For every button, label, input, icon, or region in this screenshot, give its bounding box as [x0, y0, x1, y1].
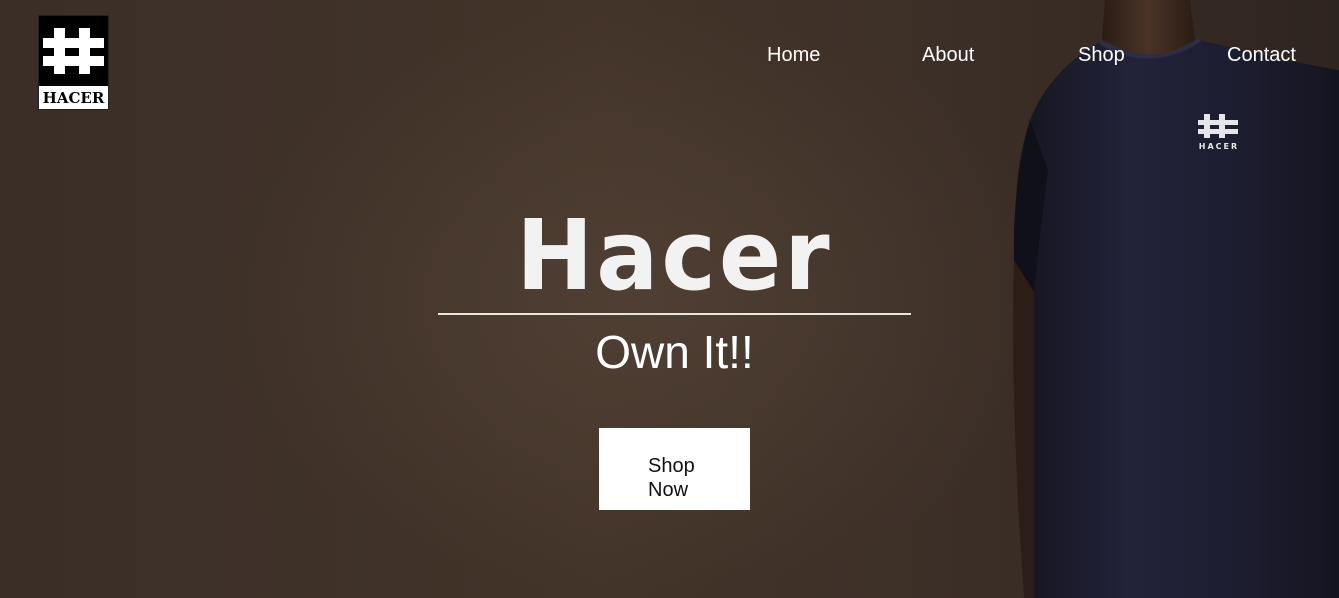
main-nav: Home About Shop Contact: [0, 42, 1339, 68]
shirt-logo: HACER: [1195, 108, 1243, 152]
shirt-logo-text: HACER: [1199, 142, 1239, 151]
shop-now-button[interactable]: Shop Now: [599, 428, 750, 510]
hero-divider: [438, 313, 911, 315]
nav-home-link[interactable]: Home: [767, 42, 820, 68]
hero-title: Hacer: [516, 198, 833, 313]
hero-subtitle: Own It!!: [595, 326, 754, 378]
shop-now-label: Shop Now: [648, 454, 695, 501]
model-photo: [990, 0, 1339, 598]
nav-shop-link[interactable]: Shop: [1078, 42, 1125, 68]
nav-contact-link[interactable]: Contact: [1227, 42, 1296, 68]
logo-text: HACER: [42, 89, 105, 107]
nav-about-link[interactable]: About: [922, 42, 974, 68]
